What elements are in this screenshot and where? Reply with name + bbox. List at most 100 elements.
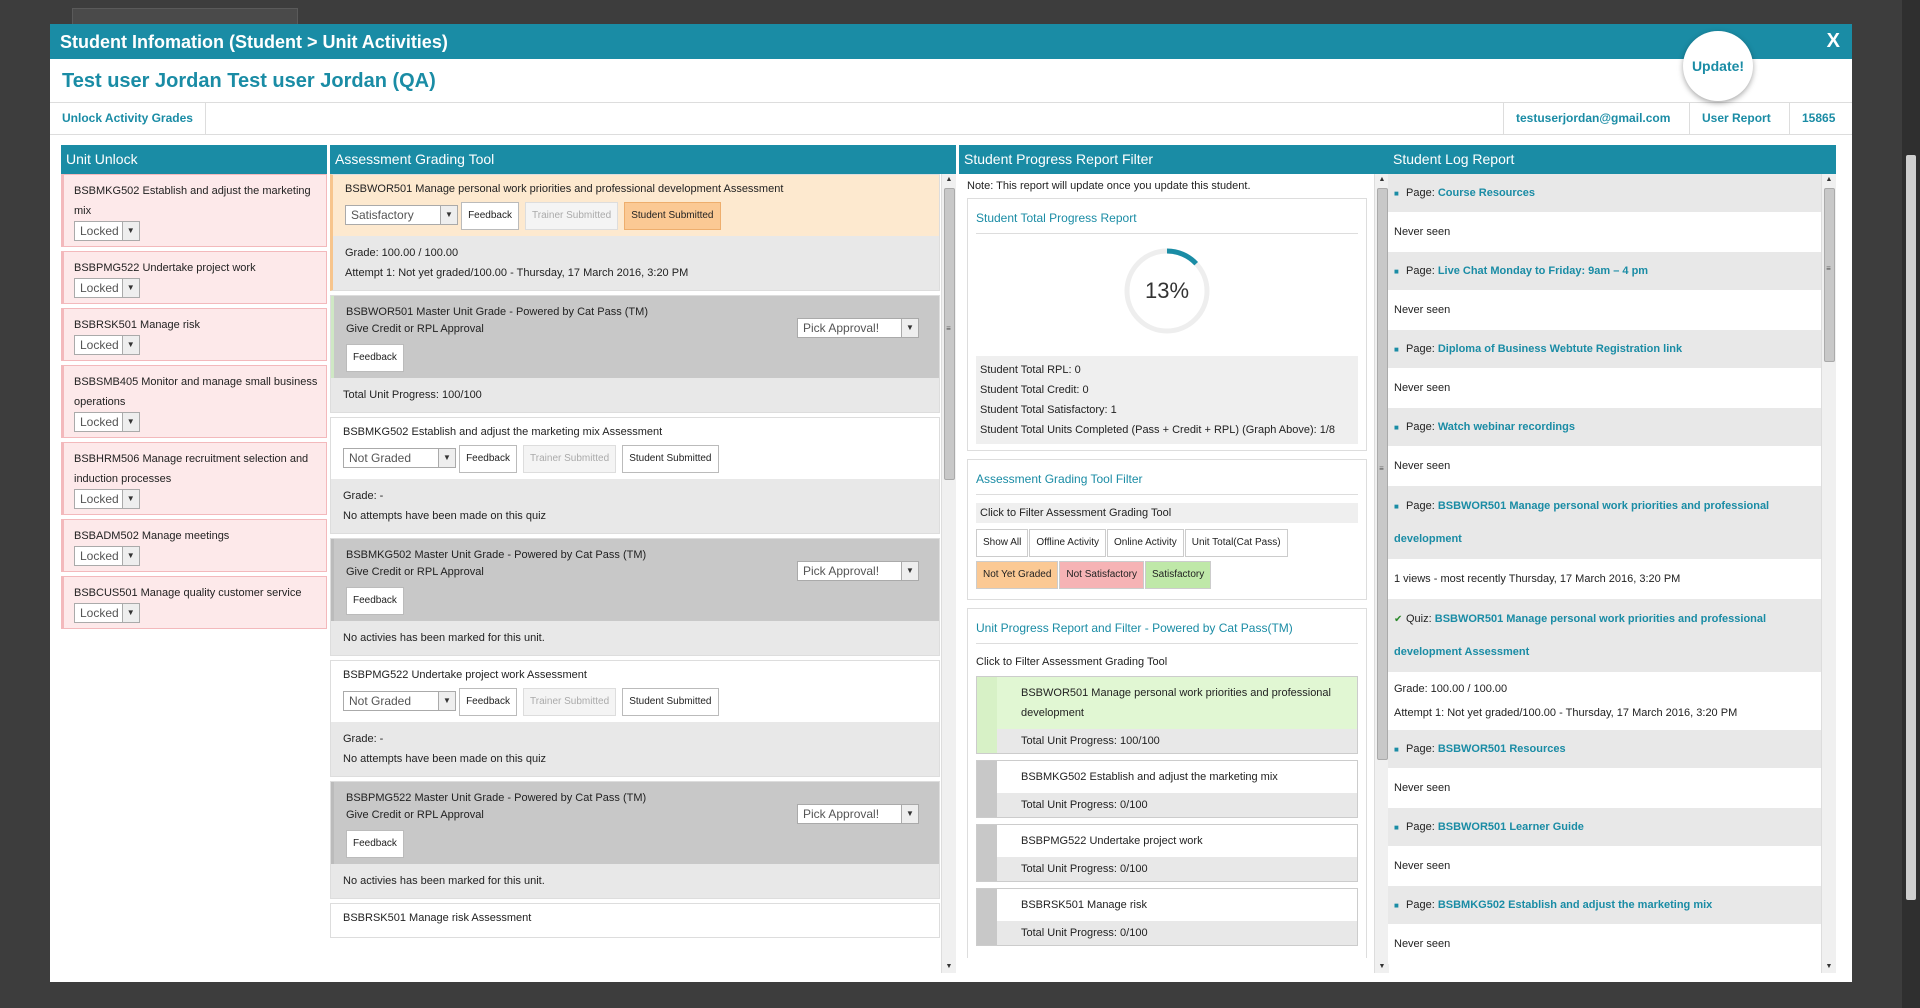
update-note: Note: This report will update once you u… bbox=[967, 180, 1251, 192]
grade-select[interactable]: Not Graded ▼ bbox=[343, 447, 456, 468]
feedback-button[interactable]: Feedback bbox=[461, 202, 519, 230]
grading-tool-list: BSBWOR501 Manage personal work prioritie… bbox=[330, 174, 940, 973]
unit-name: BSBHRM506 Manage recruitment selection a… bbox=[74, 453, 309, 485]
unit-card-progress: Total Unit Progress: 100/100 bbox=[977, 729, 1357, 753]
unit-unlock-item: BSBADM502 Manage meetings Locked ▼ bbox=[61, 519, 327, 572]
quiz-prefix: Quiz: bbox=[1406, 613, 1432, 625]
trainer-submitted-button[interactable]: Trainer Submitted bbox=[523, 688, 617, 716]
pick-approval-select[interactable]: Pick Approval! ▼ bbox=[797, 318, 919, 338]
stat-rpl: Student Total RPL: 0 bbox=[980, 364, 1081, 376]
unlock-activity-grades-link[interactable]: Unlock Activity Grades bbox=[50, 103, 206, 134]
unit-lock-select[interactable]: Locked ▼ bbox=[74, 412, 140, 432]
student-submitted-button[interactable]: Student Submitted bbox=[622, 445, 719, 473]
scroll-down-icon[interactable]: ▼ bbox=[1822, 961, 1836, 973]
log-link[interactable]: BSBWOR501 Manage personal work prioritie… bbox=[1394, 613, 1766, 658]
page-scrollbar-thumb[interactable] bbox=[1906, 155, 1916, 900]
filter-satisfactory[interactable]: Satisfactory bbox=[1144, 561, 1212, 589]
scroll-up-icon[interactable]: ▲ bbox=[942, 174, 956, 186]
assessment-header: BSBRSK501 Manage risk Assessment bbox=[331, 904, 939, 937]
log-attempt: Attempt 1: Not yet graded/100.00 - Thurs… bbox=[1394, 707, 1738, 719]
unit-card-name: BSBPMG522 Undertake project work bbox=[977, 825, 1357, 857]
unit-progress-card[interactable]: BSBRSK501 Manage risk Total Unit Progres… bbox=[976, 888, 1358, 946]
feedback-button[interactable]: Feedback bbox=[459, 445, 517, 473]
filter-unit-total[interactable]: Unit Total(Cat Pass) bbox=[1184, 529, 1288, 557]
grading-tool-title: Assessment Grading Tool bbox=[330, 145, 956, 174]
student-submitted-button[interactable]: Student Submitted bbox=[622, 688, 719, 716]
agt-filter-box: Assessment Grading Tool Filter Click to … bbox=[967, 459, 1367, 600]
feedback-button[interactable]: Feedback bbox=[346, 830, 404, 858]
close-button[interactable]: X bbox=[1827, 30, 1840, 53]
log-link[interactable]: BSBWOR501 Manage personal work prioritie… bbox=[1394, 500, 1769, 545]
scroll-down-icon[interactable]: ▼ bbox=[942, 961, 956, 973]
log-report-scrollbar[interactable]: ▲ ≡ ▼ bbox=[1821, 174, 1836, 973]
progress-filter-scrollbar[interactable]: ▲ ≡ ▼ bbox=[1374, 174, 1389, 973]
unit-lock-select[interactable]: Locked ▼ bbox=[74, 221, 140, 241]
filter-offline[interactable]: Offline Activity bbox=[1029, 529, 1106, 557]
grade-select[interactable]: Satisfactory ▼ bbox=[345, 204, 458, 225]
log-status: Grade: 100.00 / 100.00 Attempt 1: Not ye… bbox=[1388, 673, 1822, 730]
scroll-up-icon[interactable]: ▲ bbox=[1822, 174, 1836, 186]
feedback-button[interactable]: Feedback bbox=[459, 688, 517, 716]
filter-online[interactable]: Online Activity bbox=[1106, 529, 1184, 557]
grade-select[interactable]: Not Graded ▼ bbox=[343, 690, 456, 711]
log-link[interactable]: Course Resources bbox=[1438, 187, 1535, 199]
unit-progress-card[interactable]: BSBPMG522 Undertake project work Total U… bbox=[976, 824, 1358, 882]
select-value: Locked bbox=[80, 549, 119, 563]
scroll-thumb[interactable] bbox=[944, 188, 955, 480]
unit-name: BSBCUS501 Manage quality customer servic… bbox=[74, 587, 302, 599]
page-icon: ■ bbox=[1394, 189, 1399, 198]
update-button[interactable]: Update! bbox=[1683, 31, 1753, 101]
unit-lock-select[interactable]: Locked ▼ bbox=[74, 335, 140, 355]
unit-name: BSBSMB405 Monitor and manage small busin… bbox=[74, 376, 318, 408]
click-to-filter-label: Click to Filter Assessment Grading Tool bbox=[976, 503, 1358, 523]
filter-show-all[interactable]: Show All bbox=[976, 529, 1029, 557]
unit-lock-select[interactable]: Locked ▼ bbox=[74, 546, 140, 566]
unit-unlock-item: BSBMKG502 Establish and adjust the marke… bbox=[61, 174, 327, 247]
log-link[interactable]: BSBWOR501 Resources bbox=[1438, 743, 1566, 755]
feedback-button[interactable]: Feedback bbox=[346, 587, 404, 615]
progress-filter-body: Note: This report will update once you u… bbox=[959, 174, 1375, 973]
unit-progress-card[interactable]: BSBMKG502 Establish and adjust the marke… bbox=[976, 760, 1358, 818]
unit-unlock-item: BSBRSK501 Manage risk Locked ▼ bbox=[61, 308, 327, 361]
chevron-down-icon: ▼ bbox=[121, 547, 139, 565]
attempt-text: Attempt 1: Not yet graded/100.00 - Thurs… bbox=[345, 267, 689, 279]
user-email-link[interactable]: testuserjordan@gmail.com bbox=[1503, 103, 1682, 134]
log-entry: ■ Page: BSBWOR501 Resources bbox=[1388, 730, 1822, 769]
scroll-down-icon[interactable]: ▼ bbox=[1375, 961, 1389, 973]
log-link[interactable]: Diploma of Business Webtute Registration… bbox=[1438, 343, 1682, 355]
scroll-up-icon[interactable]: ▲ bbox=[1375, 174, 1389, 186]
filter-not-yet-graded[interactable]: Not Yet Graded bbox=[976, 561, 1059, 589]
student-submitted-button[interactable]: Student Submitted bbox=[624, 202, 721, 230]
log-link[interactable]: BSBWOR501 Learner Guide bbox=[1438, 821, 1584, 833]
filter-not-satisfactory[interactable]: Not Satisfactory bbox=[1059, 561, 1144, 589]
log-link[interactable]: Live Chat Monday to Friday: 9am – 4 pm bbox=[1438, 265, 1648, 277]
user-report-link[interactable]: User Report bbox=[1689, 103, 1783, 134]
unit-unlock-item: BSBCUS501 Manage quality customer servic… bbox=[61, 576, 327, 629]
assessment-grade-info: Grade: - No attempts have been made on t… bbox=[331, 722, 939, 776]
unit-lock-select[interactable]: Locked ▼ bbox=[74, 603, 140, 623]
pick-approval-select[interactable]: Pick Approval! ▼ bbox=[797, 804, 919, 824]
agt-filter-title: Assessment Grading Tool Filter bbox=[976, 466, 1358, 495]
assessment-name: BSBWOR501 Manage personal work prioritie… bbox=[345, 183, 784, 195]
trainer-submitted-button[interactable]: Trainer Submitted bbox=[523, 445, 617, 473]
user-id-link[interactable]: 15865 bbox=[1789, 103, 1847, 134]
user-name-heading: Test user Jordan Test user Jordan (QA) bbox=[62, 70, 436, 92]
scroll-thumb[interactable] bbox=[1377, 188, 1388, 760]
grading-tool-scrollbar[interactable]: ▲ ≡ ▼ bbox=[941, 174, 956, 973]
log-entry: ■ Page: Watch webinar recordings bbox=[1388, 408, 1822, 447]
log-link[interactable]: Watch webinar recordings bbox=[1438, 421, 1575, 433]
page-prefix: Page: bbox=[1406, 821, 1435, 833]
scroll-thumb[interactable] bbox=[1824, 188, 1835, 362]
page-scrollbar[interactable] bbox=[1902, 0, 1920, 1008]
pick-approval-select[interactable]: Pick Approval! ▼ bbox=[797, 561, 919, 581]
page-prefix: Page: bbox=[1406, 343, 1435, 355]
page-icon: ■ bbox=[1394, 823, 1399, 832]
unit-lock-select[interactable]: Locked ▼ bbox=[74, 489, 140, 509]
unit-progress-card[interactable]: BSBWOR501 Manage personal work prioritie… bbox=[976, 676, 1358, 754]
log-link[interactable]: BSBMKG502 Establish and adjust the marke… bbox=[1438, 899, 1712, 911]
unit-lock-select[interactable]: Locked ▼ bbox=[74, 278, 140, 298]
chevron-down-icon: ▼ bbox=[438, 448, 455, 467]
assessment-header: BSBMKG502 Establish and adjust the marke… bbox=[331, 418, 939, 479]
trainer-submitted-button[interactable]: Trainer Submitted bbox=[525, 202, 619, 230]
feedback-button[interactable]: Feedback bbox=[346, 344, 404, 372]
